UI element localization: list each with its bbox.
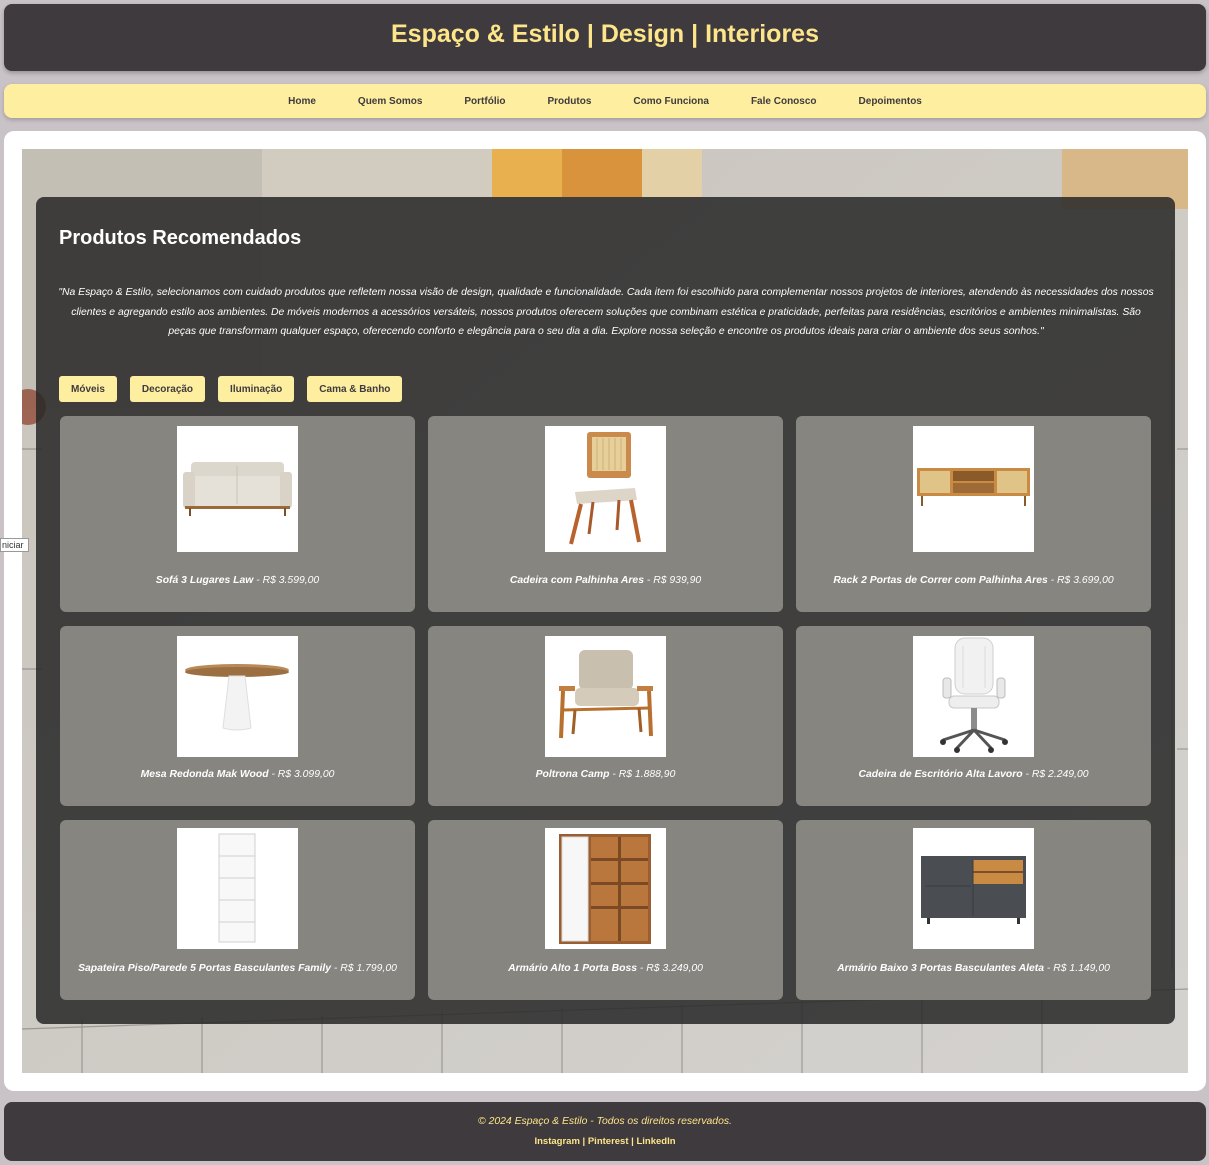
product-name: Armário Alto 1 Porta Boss (508, 963, 638, 974)
product-price: - R$ 939,90 (643, 575, 702, 586)
product-card[interactable]: Armário Alto 1 Porta Boss - R$ 3.249,00 (428, 820, 783, 1000)
nav-depoimentos[interactable]: Depoimentos (859, 96, 922, 107)
nav-portfolio[interactable]: Portfólio (464, 96, 505, 107)
office-chair-icon (940, 637, 1008, 753)
site-header: Espaço & Estilo | Design | Interiores (4, 4, 1206, 71)
product-caption: Sofá 3 Lugares Law - R$ 3.599,00 (60, 575, 415, 586)
product-name: Armário Baixo 3 Portas Basculantes Aleta (837, 963, 1045, 974)
nav-home[interactable]: Home (288, 96, 316, 107)
product-image (545, 636, 666, 757)
main-nav: Home Quem Somos Portfólio Produtos Como … (4, 84, 1206, 118)
product-price: - R$ 1.888,90 (609, 769, 676, 780)
footer-social-links: Instagram | Pinterest | LinkedIn (4, 1136, 1206, 1147)
product-card[interactable]: Sofá 3 Lugares Law - R$ 3.599,00 (60, 416, 415, 612)
product-name: Cadeira de Escritório Alta Lavoro (858, 769, 1023, 780)
filter-cama-banho-button[interactable]: Cama & Banho (307, 376, 403, 402)
product-price: - R$ 1.149,00 (1044, 963, 1110, 974)
product-card[interactable]: Mesa Redonda Mak Wood - R$ 3.099,00 (60, 626, 415, 806)
shoe-cabinet-icon (218, 833, 256, 943)
footer-link-linkedin[interactable]: LinkedIn (636, 1136, 675, 1147)
product-price: - R$ 1.799,00 (331, 963, 397, 974)
product-image (545, 828, 666, 949)
product-caption: Cadeira com Palhinha Ares - R$ 939,90 (428, 575, 783, 586)
low-cabinet-icon (921, 856, 1026, 924)
product-caption: Cadeira de Escritório Alta Lavoro - R$ 2… (796, 769, 1151, 780)
section-intro: "Na Espaço & Estilo, selecionamos com cu… (58, 287, 1154, 337)
filter-moveis-button[interactable]: Móveis (59, 376, 117, 402)
footer-link-pinterest[interactable]: Pinterest (588, 1136, 629, 1147)
armchair-icon (559, 650, 653, 739)
filter-iluminacao-button[interactable]: Iluminação (218, 376, 295, 402)
product-caption: Poltrona Camp - R$ 1.888,90 (428, 769, 783, 780)
category-filters: Móveis Decoração Iluminação Cama & Banho (59, 376, 403, 402)
nav-produtos[interactable]: Produtos (548, 96, 592, 107)
product-card[interactable]: Armário Baixo 3 Portas Basculantes Aleta… (796, 820, 1151, 1000)
product-card[interactable]: Rack 2 Portas de Correr com Palhinha Are… (796, 416, 1151, 612)
product-image (545, 426, 666, 562)
product-caption: Armário Baixo 3 Portas Basculantes Aleta… (796, 963, 1151, 974)
product-image (177, 828, 298, 949)
product-price: - R$ 3.249,00 (637, 963, 703, 974)
product-price: - R$ 3.099,00 (268, 769, 335, 780)
product-name: Mesa Redonda Mak Wood (140, 769, 269, 780)
tall-cabinet-icon (559, 834, 651, 944)
rack-icon (913, 468, 1034, 562)
product-image (913, 636, 1034, 757)
product-image (913, 426, 1034, 562)
nav-fale-conosco[interactable]: Fale Conosco (751, 96, 817, 107)
nav-como-funciona[interactable]: Como Funciona (633, 96, 709, 107)
product-card[interactable]: Poltrona Camp - R$ 1.888,90 (428, 626, 783, 806)
product-image (913, 828, 1034, 949)
footer-copyright: © 2024 Espaço & Estilo - Todos os direit… (478, 1116, 732, 1127)
sofa-icon (177, 462, 298, 562)
product-card[interactable]: Cadeira de Escritório Alta Lavoro - R$ 2… (796, 626, 1151, 806)
tooltip: niciar (0, 538, 29, 552)
product-card[interactable]: Sapateira Piso/Parede 5 Portas Basculant… (60, 820, 415, 1000)
chair-icon (545, 432, 666, 562)
product-name: Rack 2 Portas de Correr com Palhinha Are… (833, 575, 1048, 586)
product-card[interactable]: Cadeira com Palhinha Ares - R$ 939,90 (428, 416, 783, 612)
product-caption: Mesa Redonda Mak Wood - R$ 3.099,00 (60, 769, 415, 780)
product-price: - R$ 3.699,00 (1047, 575, 1114, 586)
product-name: Sofá 3 Lugares Law (155, 575, 254, 586)
product-name: Sapateira Piso/Parede 5 Portas Basculant… (78, 963, 332, 974)
nav-quem-somos[interactable]: Quem Somos (358, 96, 422, 107)
product-price: - R$ 2.249,00 (1022, 769, 1089, 780)
site-title: Espaço & Estilo | Design | Interiores (391, 20, 819, 48)
table-icon (185, 664, 289, 731)
product-caption: Rack 2 Portas de Correr com Palhinha Are… (796, 575, 1151, 586)
footer-link-instagram[interactable]: Instagram (534, 1136, 579, 1147)
product-price: - R$ 3.599,00 (253, 575, 320, 586)
site-footer: © 2024 Espaço & Estilo - Todos os direit… (4, 1102, 1206, 1161)
product-image (177, 636, 298, 757)
product-caption: Armário Alto 1 Porta Boss - R$ 3.249,00 (428, 963, 783, 974)
product-caption: Sapateira Piso/Parede 5 Portas Basculant… (60, 963, 415, 974)
filter-decoracao-button[interactable]: Decoração (129, 376, 206, 402)
section-title: Produtos Recomendados (59, 227, 302, 249)
product-name: Poltrona Camp (535, 769, 610, 780)
product-name: Cadeira com Palhinha Ares (509, 575, 644, 586)
product-image (177, 426, 298, 562)
